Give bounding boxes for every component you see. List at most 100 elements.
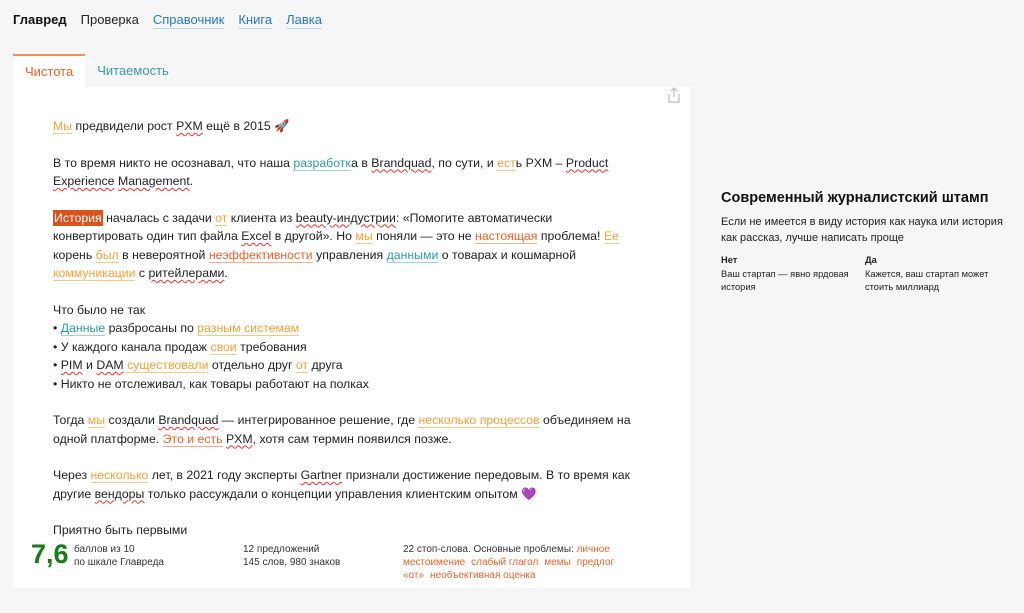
highlight-orange[interactable]: существовали xyxy=(127,358,209,373)
spelling-mark[interactable]: Product xyxy=(566,156,608,170)
highlight-orange[interactable]: от xyxy=(215,210,228,226)
text-segment: создали xyxy=(105,413,159,427)
text-segment: и xyxy=(82,358,97,372)
hint-title: Современный журналистский штамп xyxy=(721,190,989,206)
nav-item[interactable]: Главред xyxy=(13,12,67,29)
spelling-mark[interactable]: Brandquad xyxy=(158,413,218,427)
highlight-orange[interactable]: ест xyxy=(497,155,516,171)
text-segment: ь PXM – xyxy=(515,155,566,170)
text-segment: Через xyxy=(53,468,91,482)
spelling-mark[interactable]: Management xyxy=(118,174,190,188)
text-segment: . xyxy=(224,266,228,280)
highlight-orange[interactable]: мы xyxy=(87,413,106,428)
spelling-mark[interactable]: ритейлерами xyxy=(148,266,224,280)
spelling-mark[interactable]: Gartner xyxy=(301,468,343,482)
text-segment: • Никто не отслеживал, как товары работа… xyxy=(53,376,369,391)
spelling-mark[interactable]: PIM xyxy=(61,358,83,372)
spelling-mark[interactable]: Experience xyxy=(53,174,115,188)
text-segment: друга xyxy=(308,358,343,372)
editor-text[interactable]: Мы предвидели рост PXM ещё в 2015 🚀 В то … xyxy=(53,117,643,558)
selected-word[interactable]: История xyxy=(53,209,103,226)
text-segment: • xyxy=(53,321,61,335)
problem-link[interactable]: мемы xyxy=(544,557,571,568)
text-line: Мы предвидели рост PXM ещё в 2015 🚀 xyxy=(53,117,643,136)
text-segment: разбросаны по xyxy=(105,321,198,335)
highlight-orange[interactable]: несколько xyxy=(90,468,149,483)
highlight-orange[interactable]: несколько процессов xyxy=(418,413,540,428)
highlight-orange[interactable]: от xyxy=(295,358,309,373)
text-line: История началась с задачи от клиента из … xyxy=(53,209,643,283)
spelling-mark[interactable]: beauty-индустрии xyxy=(296,211,396,225)
highlight-teal[interactable]: данными xyxy=(386,247,439,263)
highlight-orange[interactable]: коммуникации xyxy=(53,266,136,281)
problem-link[interactable]: слабый глагол xyxy=(471,557,538,568)
text-segment: проблема! xyxy=(537,229,604,243)
paragraph: Тогда мы создали Brandquad — интегрирова… xyxy=(53,411,643,448)
score-label-1: баллов из 10 xyxy=(74,544,135,555)
highlight-orange[interactable]: был xyxy=(95,247,119,263)
spelling-mark[interactable]: вендоры xyxy=(95,487,145,501)
highlight-red[interactable]: Это и есть xyxy=(162,431,223,447)
spelling-mark[interactable]: PXM xyxy=(226,432,253,446)
highlight-orange[interactable]: разным системам xyxy=(197,321,300,336)
text-segment: предвидели рост xyxy=(72,119,177,133)
spelling-mark[interactable]: Brandquad xyxy=(371,156,431,170)
text-segment: . xyxy=(189,174,194,188)
text-line: • Данные разбросаны по разным системам xyxy=(53,319,643,338)
stopword-prefix: 22 стоп-слова. Основные проблемы: xyxy=(403,544,577,555)
text-segment: поняли — это не xyxy=(372,229,476,243)
stopword-summary: 22 стоп-слова. Основные проблемы: личное… xyxy=(403,543,673,582)
text-segment: требования xyxy=(236,339,307,354)
text-line: Через несколько лет, в 2021 году эксперт… xyxy=(53,466,643,503)
highlight-orange[interactable]: Ее xyxy=(603,229,619,244)
text-segment: в невероятной xyxy=(118,247,209,262)
hint-description: Если не имеется в виду история как наука… xyxy=(721,216,1003,244)
nav-item[interactable]: Лавка xyxy=(286,12,322,29)
text-segment: корень xyxy=(53,247,96,262)
share-icon[interactable] xyxy=(667,87,681,103)
text-line: • PIM и DAM существовали отдельно друг о… xyxy=(53,356,643,375)
highlight-orange[interactable]: Мы xyxy=(53,119,73,134)
tabs: Чистота Читаемость xyxy=(13,54,181,87)
tab-purity[interactable]: Чистота xyxy=(13,54,86,87)
text-segment: отдельно друг xyxy=(208,358,296,372)
score-value: 7,6 xyxy=(31,539,69,569)
score-label-2: по шкале Главреда xyxy=(74,557,164,568)
no-example: Ваш стартап — явно ярдовая история xyxy=(721,269,849,292)
text-line: Что было не так xyxy=(53,301,643,320)
tab-readability[interactable]: Читаемость xyxy=(85,54,181,86)
highlight-teal[interactable]: разработк xyxy=(293,155,352,171)
paragraph: Что было не так • Данные разбросаны по ра… xyxy=(53,301,643,394)
text-segment: Тогда xyxy=(53,413,88,427)
text-line: Приятно быть первыми xyxy=(53,521,643,540)
highlight-teal[interactable]: Данные xyxy=(60,321,106,336)
top-nav: Главред Проверка Справочник Книга Лавка xyxy=(13,12,322,29)
spelling-mark[interactable]: PXM xyxy=(176,119,203,133)
text-segment: • xyxy=(53,358,61,372)
paragraph: Мы предвидели рост PXM ещё в 2015 🚀 xyxy=(53,117,643,136)
spelling-mark[interactable]: DAM xyxy=(96,358,123,372)
paragraph: В то время никто не осознавал, что наша … xyxy=(53,154,643,191)
nav-item[interactable]: Проверка xyxy=(81,12,139,29)
yes-label: Да xyxy=(865,255,877,265)
problem-link[interactable]: необъективная оценка xyxy=(430,570,536,581)
nav-item[interactable]: Книга xyxy=(238,12,273,29)
nav-item[interactable]: Справочник xyxy=(152,12,225,29)
text-segment: , хотя сам термин появился позже. xyxy=(252,431,452,446)
text-segment: а в xyxy=(351,155,372,170)
word-count: 145 слов, 980 знаков xyxy=(243,557,341,568)
text-segment: Приятно быть первыми xyxy=(53,523,188,537)
text-segment: началась с задачи xyxy=(102,210,216,225)
highlight-red[interactable]: неэффективности xyxy=(208,247,313,263)
highlight-red[interactable]: настоящая xyxy=(475,229,538,244)
text-segment: с xyxy=(135,266,149,280)
text-line: Тогда мы создали Brandquad — интегрирова… xyxy=(53,411,643,448)
paragraph: Приятно быть первыми xyxy=(53,521,643,540)
paragraph: Через несколько лет, в 2021 году эксперт… xyxy=(53,466,643,503)
spelling-mark[interactable]: Excel xyxy=(241,229,271,243)
text-segment: о товарах и кошмарной xyxy=(438,247,576,262)
sentence-count: 12 предложений xyxy=(243,544,320,555)
highlight-orange[interactable]: свои xyxy=(210,339,237,355)
text-segment: ещё в 2015 🚀 xyxy=(202,119,290,133)
highlight-orange[interactable]: мы xyxy=(355,229,373,244)
